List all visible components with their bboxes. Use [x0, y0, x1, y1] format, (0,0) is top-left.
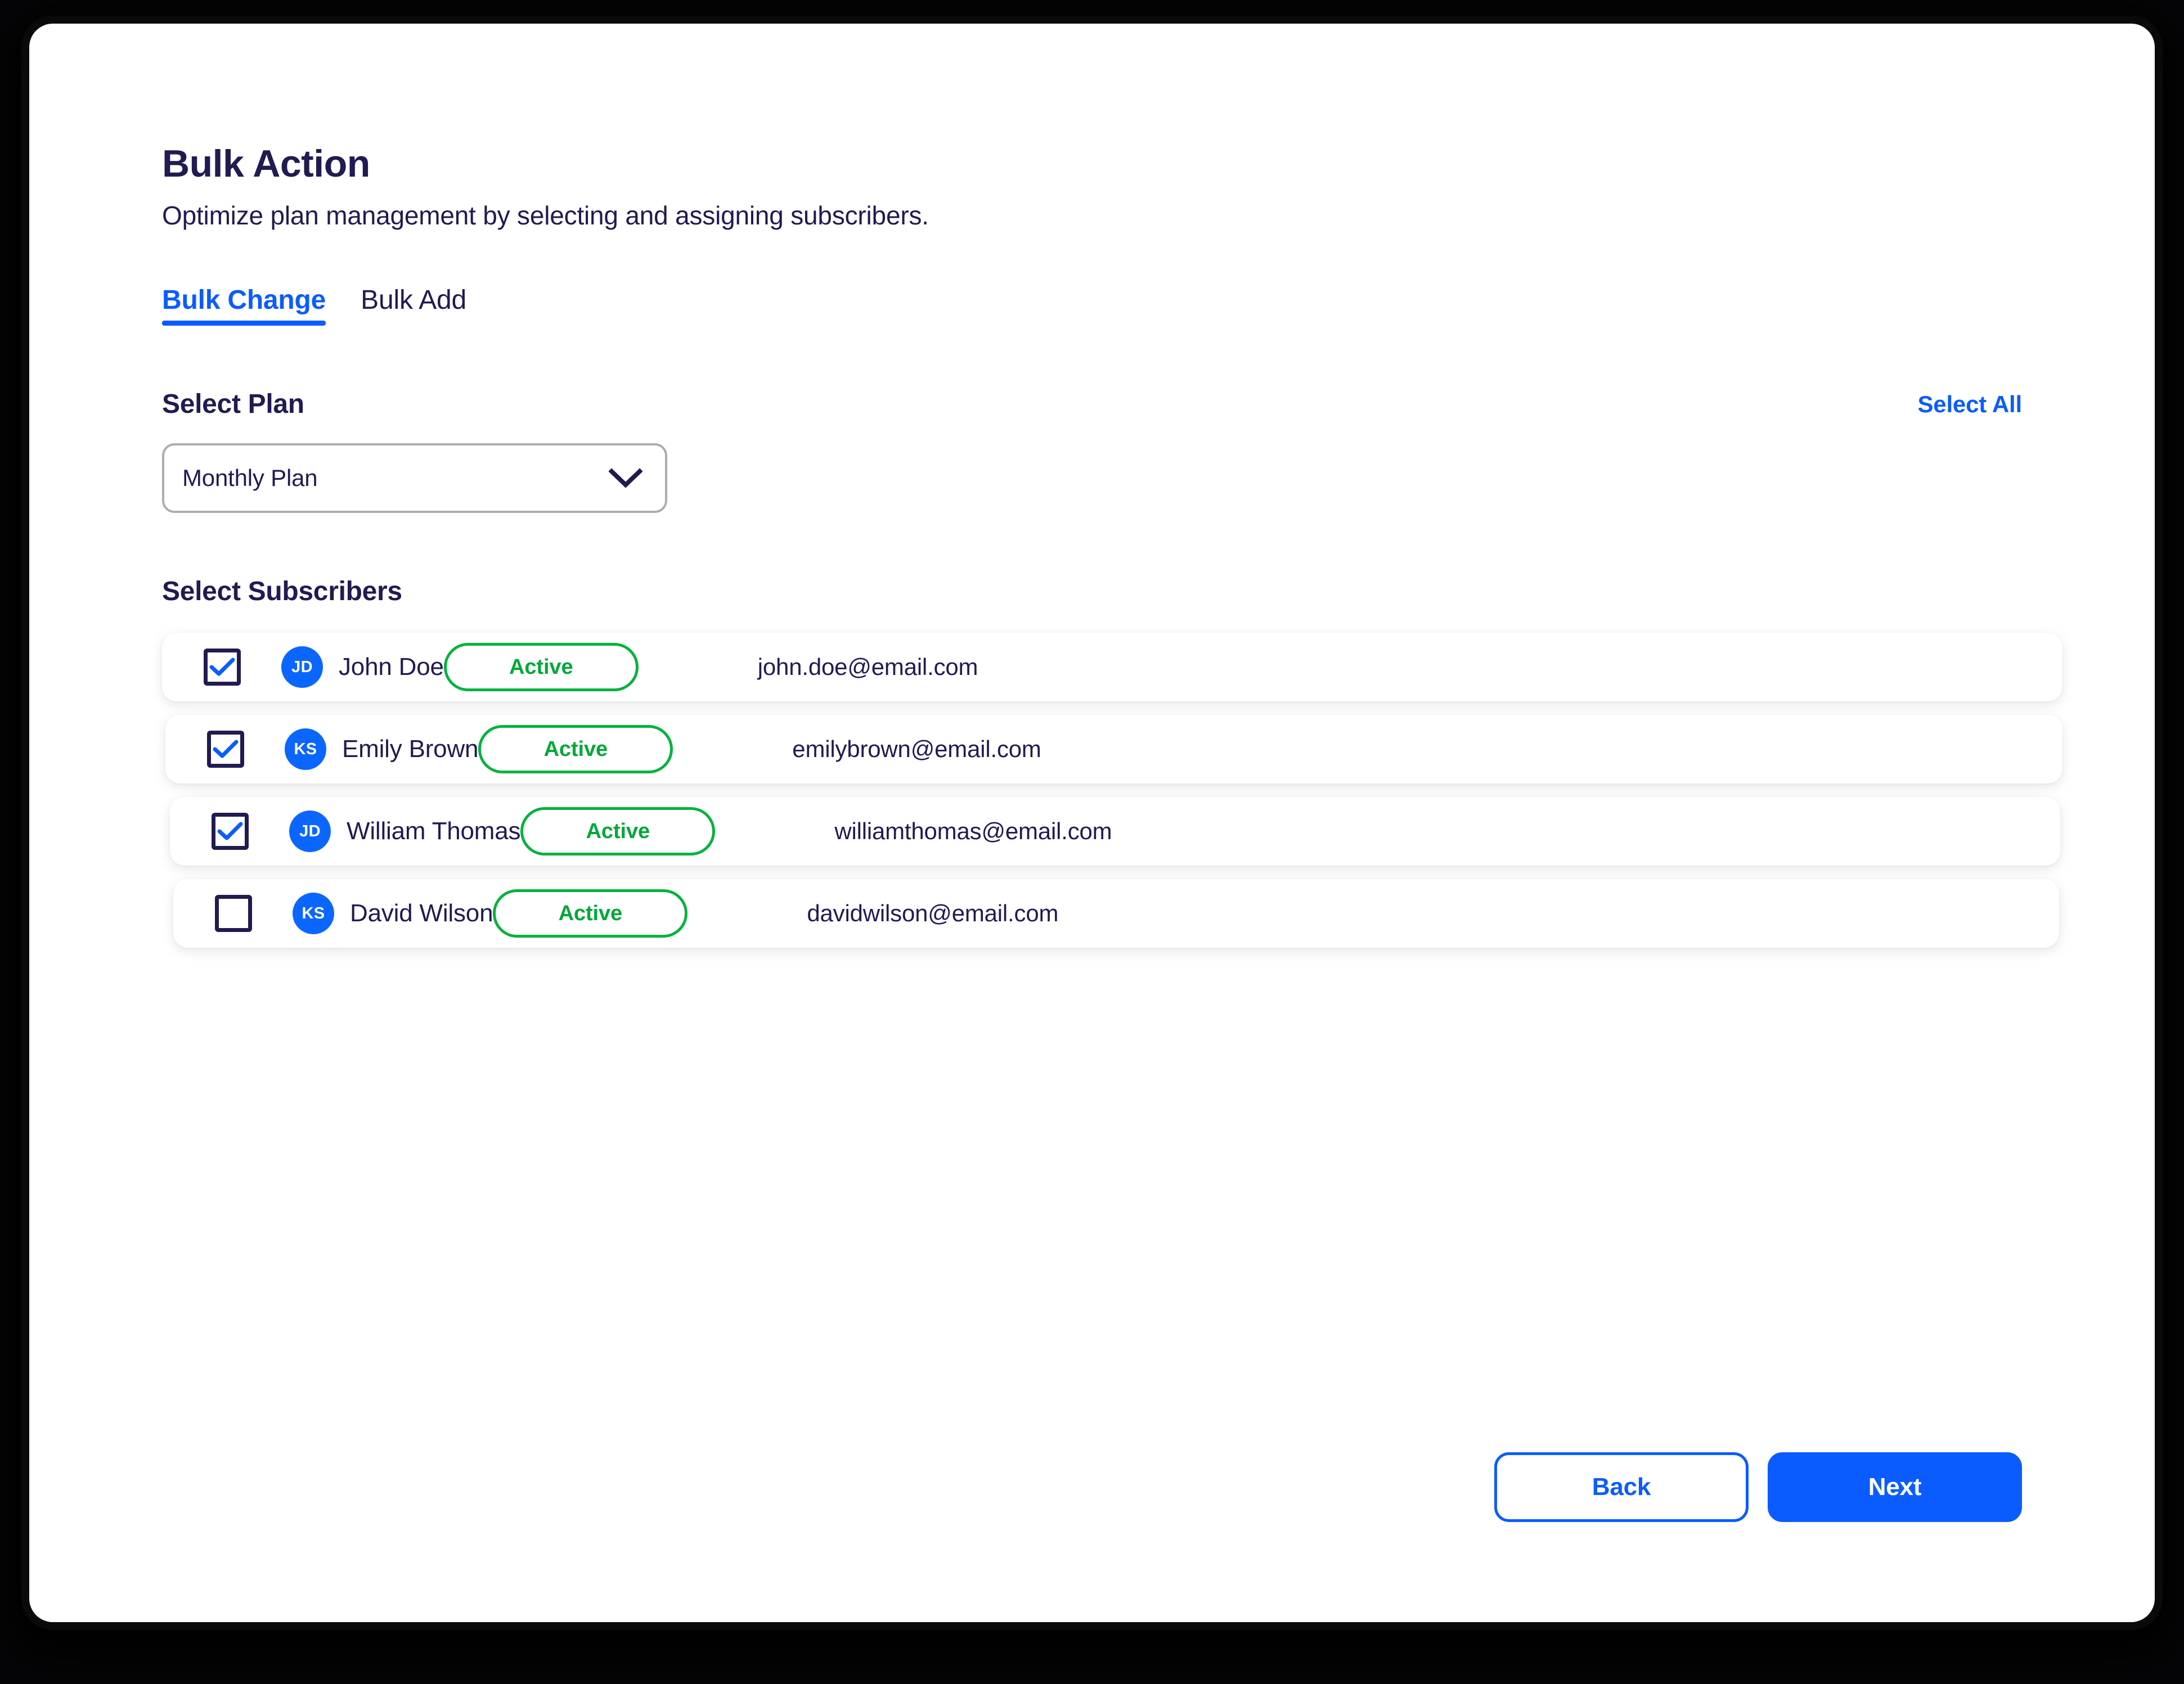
page-title: Bulk Action [162, 142, 370, 185]
tab-bulk-change-label: Bulk Change [162, 285, 326, 315]
header-section: Bulk Action Optimize plan management by … [29, 142, 2155, 607]
status-badge: Active [478, 725, 673, 773]
subscriber-name: David Wilson [350, 899, 493, 927]
status-badge: Active [493, 889, 688, 938]
subscriber-row[interactable]: JD John Doe Active john.doe@email.com [162, 633, 2062, 701]
subscriber-email: williamthomas@email.com [834, 818, 1112, 844]
avatar: JD [281, 646, 323, 688]
select-subscribers-label: Select Subscribers [162, 577, 402, 606]
page-subtitle: Optimize plan management by selecting an… [162, 201, 929, 230]
avatar: JD [289, 811, 331, 852]
next-button[interactable]: Next [1768, 1452, 2022, 1522]
back-button[interactable]: Back [1494, 1452, 1749, 1522]
status-badge: Active [520, 807, 716, 855]
avatar: KS [285, 728, 326, 770]
checkbox-checked-icon[interactable] [204, 649, 241, 686]
select-plan-header-row: Select Plan Select All [162, 389, 2022, 420]
subscriber-row[interactable]: KS Emily Brown Active emilybrown@email.com [165, 715, 2062, 784]
screen-background: Bulk Action Optimize plan management by … [0, 0, 2184, 1684]
chevron-down-icon [609, 468, 642, 488]
subscriber-name: John Doe [339, 653, 444, 681]
subscriber-name: Emily Brown [342, 735, 479, 763]
select-plan-label: Select Plan [162, 389, 304, 419]
subscriber-email: emilybrown@email.com [792, 736, 1041, 762]
tab-bulk-add[interactable]: Bulk Add [361, 285, 466, 326]
plan-select-value: Monthly Plan [182, 465, 318, 491]
select-all-link[interactable]: Select All [1917, 391, 2022, 418]
subscriber-email: john.doe@email.com [757, 654, 978, 680]
subscriber-name: William Thomas [347, 817, 521, 845]
tab-bulk-change[interactable]: Bulk Change [162, 285, 326, 326]
subscriber-row[interactable]: KS David Wilson Active davidwilson@email.co… [173, 879, 2059, 948]
checkbox-checked-icon[interactable] [207, 731, 244, 768]
status-badge: Active [443, 643, 639, 691]
page-content: Bulk Action Optimize plan management by … [29, 24, 2155, 1622]
subscriber-email: davidwilson@email.com [807, 900, 1059, 926]
footer-actions: Back Next [1494, 1452, 2022, 1522]
tab-bar: Bulk Change Bulk Add [162, 285, 2022, 326]
checkbox-unchecked-icon[interactable] [215, 895, 252, 932]
app-window: Bulk Action Optimize plan management by … [29, 24, 2155, 1622]
checkbox-checked-icon[interactable] [212, 813, 249, 850]
plan-select-dropdown[interactable]: Monthly Plan [162, 443, 667, 513]
subscriber-list: JD John Doe Active john.doe@email.com KS Emil… [29, 633, 2155, 948]
subscriber-row[interactable]: JD William Thomas Active williamthomas@emai… [170, 797, 2060, 866]
avatar: KS [293, 893, 334, 934]
tab-bulk-add-label: Bulk Add [361, 285, 467, 315]
